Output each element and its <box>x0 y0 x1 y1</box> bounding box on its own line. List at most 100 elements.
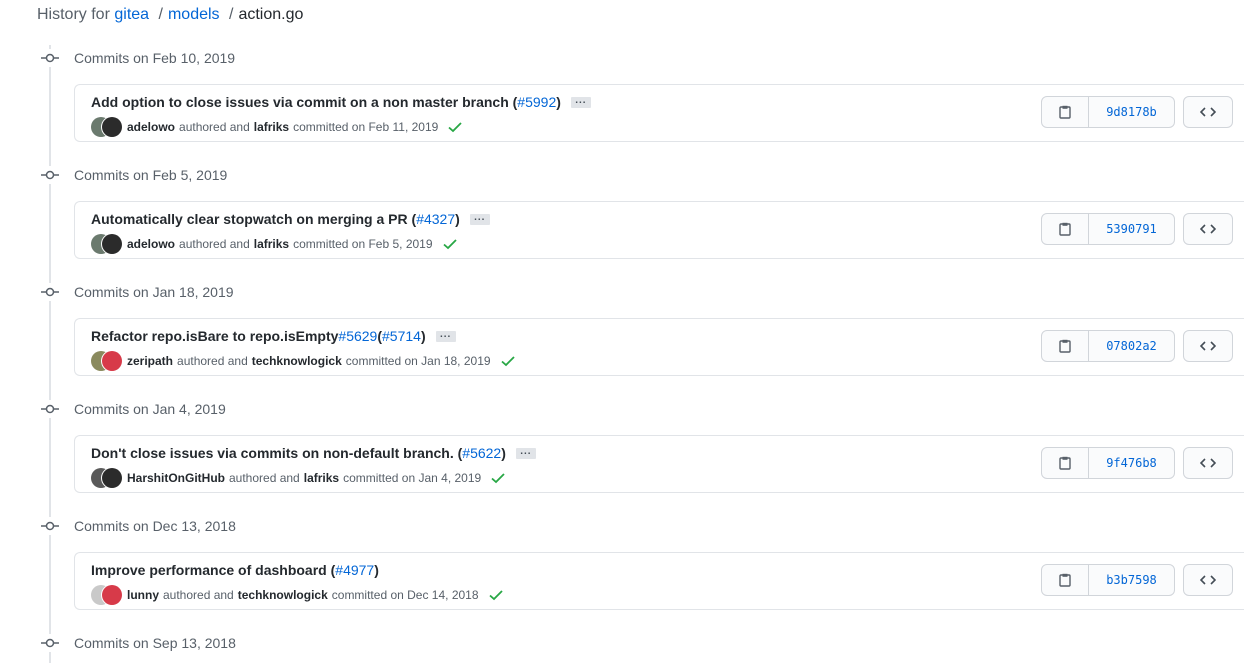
author-link[interactable]: HarshitOnGitHub <box>127 471 225 485</box>
commit-group-title: Commits on Sep 13, 2018 <box>74 635 236 651</box>
commit-title: Automatically clear stopwatch on merging… <box>91 211 490 227</box>
copy-sha-button[interactable] <box>1041 330 1089 362</box>
expand-message-button[interactable]: ... <box>515 446 536 459</box>
commit-meta: lunny authored and techknowlogick commit… <box>91 585 503 605</box>
breadcrumb-file: action.go <box>238 6 304 23</box>
committed-text: committed on Jan 18, 2019 <box>345 354 491 368</box>
commit-item: Automatically clear stopwatch on merging… <box>74 201 1244 259</box>
clipboard-icon <box>1059 222 1071 236</box>
commit-item: Add option to close issues via commit on… <box>74 84 1244 142</box>
clipboard-icon <box>1059 105 1071 119</box>
clipboard-icon <box>1059 339 1071 353</box>
copy-sha-button[interactable] <box>1041 213 1089 245</box>
browse-repo-button[interactable] <box>1183 213 1233 245</box>
check-icon[interactable] <box>500 355 515 367</box>
commit-message-link[interactable]: Automatically clear stopwatch on merging… <box>91 211 416 227</box>
expand-message-button[interactable]: ... <box>435 329 456 342</box>
commit-title: Don't close issues via commits on non-de… <box>91 445 536 461</box>
pr-link[interactable]: #5714 <box>382 328 421 344</box>
commit-message-close: ) <box>501 445 506 461</box>
copy-sha-button[interactable] <box>1041 96 1089 128</box>
pr-link[interactable]: #5622 <box>462 445 501 461</box>
commit-title: Refactor repo.isBare to repo.isEmpty #56… <box>91 328 456 344</box>
copy-sha-button[interactable] <box>1041 564 1089 596</box>
code-icon <box>1200 224 1216 234</box>
breadcrumb-separator: / <box>158 6 163 23</box>
code-icon <box>1200 458 1216 468</box>
copy-sha-button[interactable] <box>1041 447 1089 479</box>
avatar-stack <box>91 351 123 371</box>
commit-group-header: Commits on Feb 10, 2019 <box>41 46 235 70</box>
commit-item: Refactor repo.isBare to repo.isEmpty #56… <box>74 318 1244 376</box>
check-icon[interactable] <box>488 589 503 601</box>
browse-repo-button[interactable] <box>1183 447 1233 479</box>
committer-link[interactable]: lafriks <box>254 237 289 251</box>
breadcrumb-folder-link[interactable]: models <box>168 6 220 23</box>
commit-message-link[interactable]: Add option to close issues via commit on… <box>91 94 517 110</box>
pr-link[interactable]: #4977 <box>335 562 374 578</box>
authored-text: authored and <box>179 237 250 251</box>
commit-sha-link[interactable]: b3b7598 <box>1088 564 1175 596</box>
commit-group-title: Commits on Dec 13, 2018 <box>74 518 236 534</box>
author-link[interactable]: adelowo <box>127 120 175 134</box>
pr-link[interactable]: #5629 <box>338 328 377 344</box>
commit-group-title: Commits on Feb 10, 2019 <box>74 50 236 66</box>
browse-repo-button[interactable] <box>1183 564 1233 596</box>
commit-group-title: Commits on Jan 4, 2019 <box>74 401 226 417</box>
committed-text: committed on Jan 4, 2019 <box>343 471 482 485</box>
commit-message-link[interactable]: Don't close issues via commits on non-de… <box>91 445 462 461</box>
commit-group-header: Commits on Jan 18, 2019 <box>41 280 234 304</box>
committer-link[interactable]: techknowlogick <box>238 588 328 602</box>
commit-group-header: Commits on Sep 13, 2018 <box>41 631 236 655</box>
git-commit-icon <box>41 166 59 184</box>
commit-message-link[interactable]: Improve performance of dashboard ( <box>91 562 335 578</box>
git-commit-icon <box>41 634 59 652</box>
pr-link[interactable]: #5992 <box>517 94 556 110</box>
commit-sha-link[interactable]: 9d8178b <box>1088 96 1175 128</box>
author-link[interactable]: lunny <box>127 588 159 602</box>
check-icon[interactable] <box>448 121 462 133</box>
commit-group-header: Commits on Feb 5, 2019 <box>41 163 227 187</box>
commit-meta: adelowo authored and lafriks committed o… <box>91 234 457 254</box>
git-commit-icon <box>41 49 59 67</box>
commit-item: Don't close issues via commits on non-de… <box>74 435 1244 493</box>
check-icon[interactable] <box>442 238 457 250</box>
commit-sha-link[interactable]: 07802a2 <box>1088 330 1175 362</box>
commit-message-close: ) <box>455 211 460 227</box>
pr-link[interactable]: #4327 <box>416 211 455 227</box>
committed-text: committed on Dec 14, 2018 <box>331 588 479 602</box>
code-icon <box>1200 341 1216 351</box>
authored-text: authored and <box>179 120 250 134</box>
committer-avatar[interactable] <box>102 234 122 254</box>
code-icon <box>1200 575 1216 585</box>
avatar-stack <box>91 234 123 254</box>
author-link[interactable]: zeripath <box>127 354 173 368</box>
browse-repo-button[interactable] <box>1183 330 1233 362</box>
check-icon[interactable] <box>491 472 505 484</box>
committer-avatar[interactable] <box>102 117 122 137</box>
commit-group-title: Commits on Jan 18, 2019 <box>74 284 234 300</box>
avatar-stack <box>91 117 123 137</box>
commit-group-title: Commits on Feb 5, 2019 <box>74 167 228 183</box>
committer-link[interactable]: lafriks <box>254 120 289 134</box>
committer-link[interactable]: techknowlogick <box>252 354 342 368</box>
commit-sha-link[interactable]: 9f476b8 <box>1088 447 1175 479</box>
commit-item: Improve performance of dashboard (#4977)… <box>74 552 1244 610</box>
expand-message-button[interactable]: ... <box>570 95 591 108</box>
author-link[interactable]: adelowo <box>127 237 175 251</box>
committer-avatar[interactable] <box>102 585 122 605</box>
committer-avatar[interactable] <box>102 468 122 488</box>
breadcrumb-repo-link[interactable]: gitea <box>114 6 149 23</box>
commit-group-header: Commits on Jan 4, 2019 <box>41 397 226 421</box>
commit-sha-link[interactable]: 5390791 <box>1088 213 1175 245</box>
commit-message-link[interactable]: Refactor repo.isBare to repo.isEmpty <box>91 328 338 344</box>
browse-repo-button[interactable] <box>1183 96 1233 128</box>
breadcrumb-separator: / <box>229 6 234 23</box>
git-commit-icon <box>41 517 59 535</box>
commit-history-page: History for gitea / models / action.go Com… <box>0 0 1244 663</box>
committer-avatar[interactable] <box>102 351 122 371</box>
commit-message-close: ) <box>556 94 561 110</box>
committer-link[interactable]: lafriks <box>304 471 339 485</box>
expand-message-button[interactable]: ... <box>469 212 490 225</box>
git-commit-icon <box>41 283 59 301</box>
